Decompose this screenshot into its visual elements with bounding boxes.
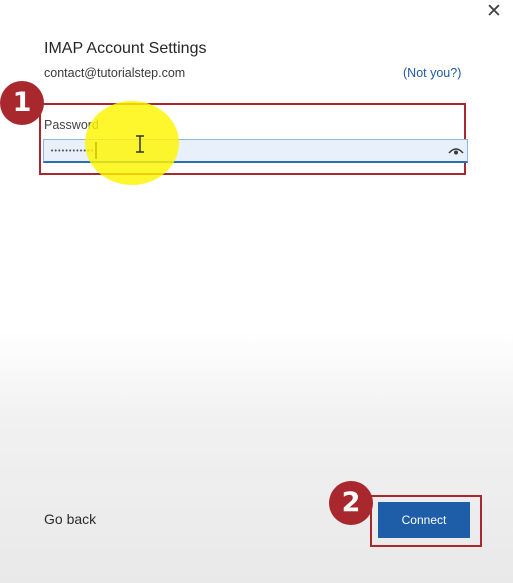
- go-back-link[interactable]: Go back: [44, 511, 96, 527]
- show-password-button[interactable]: [446, 141, 466, 161]
- not-you-link[interactable]: (Not you?): [403, 66, 461, 80]
- eye-icon: [448, 148, 464, 155]
- text-cursor-icon: [136, 135, 144, 153]
- step-badge-2: 2: [329, 481, 373, 525]
- cursor-highlight: [85, 101, 179, 185]
- account-email: contact@tutorialstep.com: [44, 66, 186, 80]
- close-icon: ✕: [486, 1, 502, 22]
- step-badge-1: 1: [0, 81, 44, 125]
- connect-button[interactable]: Connect: [378, 502, 470, 538]
- dialog-title: IMAP Account Settings: [44, 40, 207, 57]
- close-button[interactable]: ✕: [484, 2, 504, 22]
